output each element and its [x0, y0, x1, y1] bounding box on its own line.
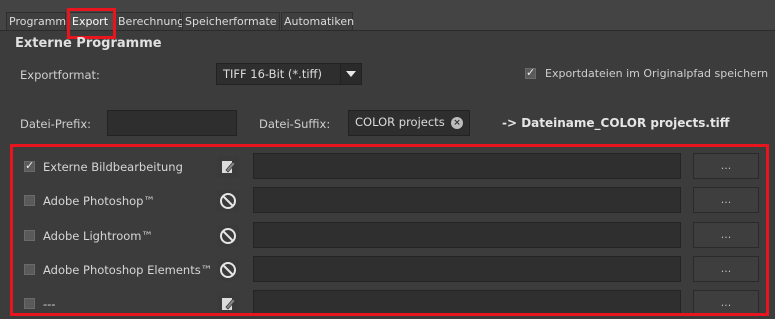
- chevron-down-icon[interactable]: [340, 64, 361, 84]
- exportformat-label: Exportformat:: [20, 68, 100, 82]
- tab-berechnung[interactable]: Berechnung: [115, 12, 184, 30]
- original-path-checkbox[interactable]: [525, 66, 536, 80]
- exportformat-value: TIFF 16-Bit (*.tiff): [223, 67, 322, 81]
- tab-programm[interactable]: Programm: [6, 12, 66, 30]
- exportformat-select[interactable]: TIFF 16-Bit (*.tiff): [216, 63, 362, 85]
- prefix-input[interactable]: [107, 110, 237, 136]
- prefix-label: Datei-Prefix:: [20, 117, 92, 131]
- original-path-label: Exportdateien im Originalpfad speichern: [545, 67, 769, 80]
- tab-bar: Programm Export Berechnung Speicherforma…: [0, 0, 775, 31]
- section-title: Externe Programme: [15, 36, 162, 51]
- clear-icon[interactable]: ×: [451, 117, 463, 129]
- suffix-value: COLOR projects: [355, 115, 445, 129]
- result-filename: -> Dateiname_COLOR projects.tiff: [502, 116, 730, 130]
- tab-speicherformate[interactable]: Speicherformate: [182, 12, 280, 30]
- suffix-label: Datei-Suffix:: [259, 117, 331, 131]
- tab-export[interactable]: Export: [69, 12, 114, 30]
- programs-highlight-frame: [10, 144, 769, 316]
- tab-automatiken[interactable]: Automatiken: [281, 12, 354, 30]
